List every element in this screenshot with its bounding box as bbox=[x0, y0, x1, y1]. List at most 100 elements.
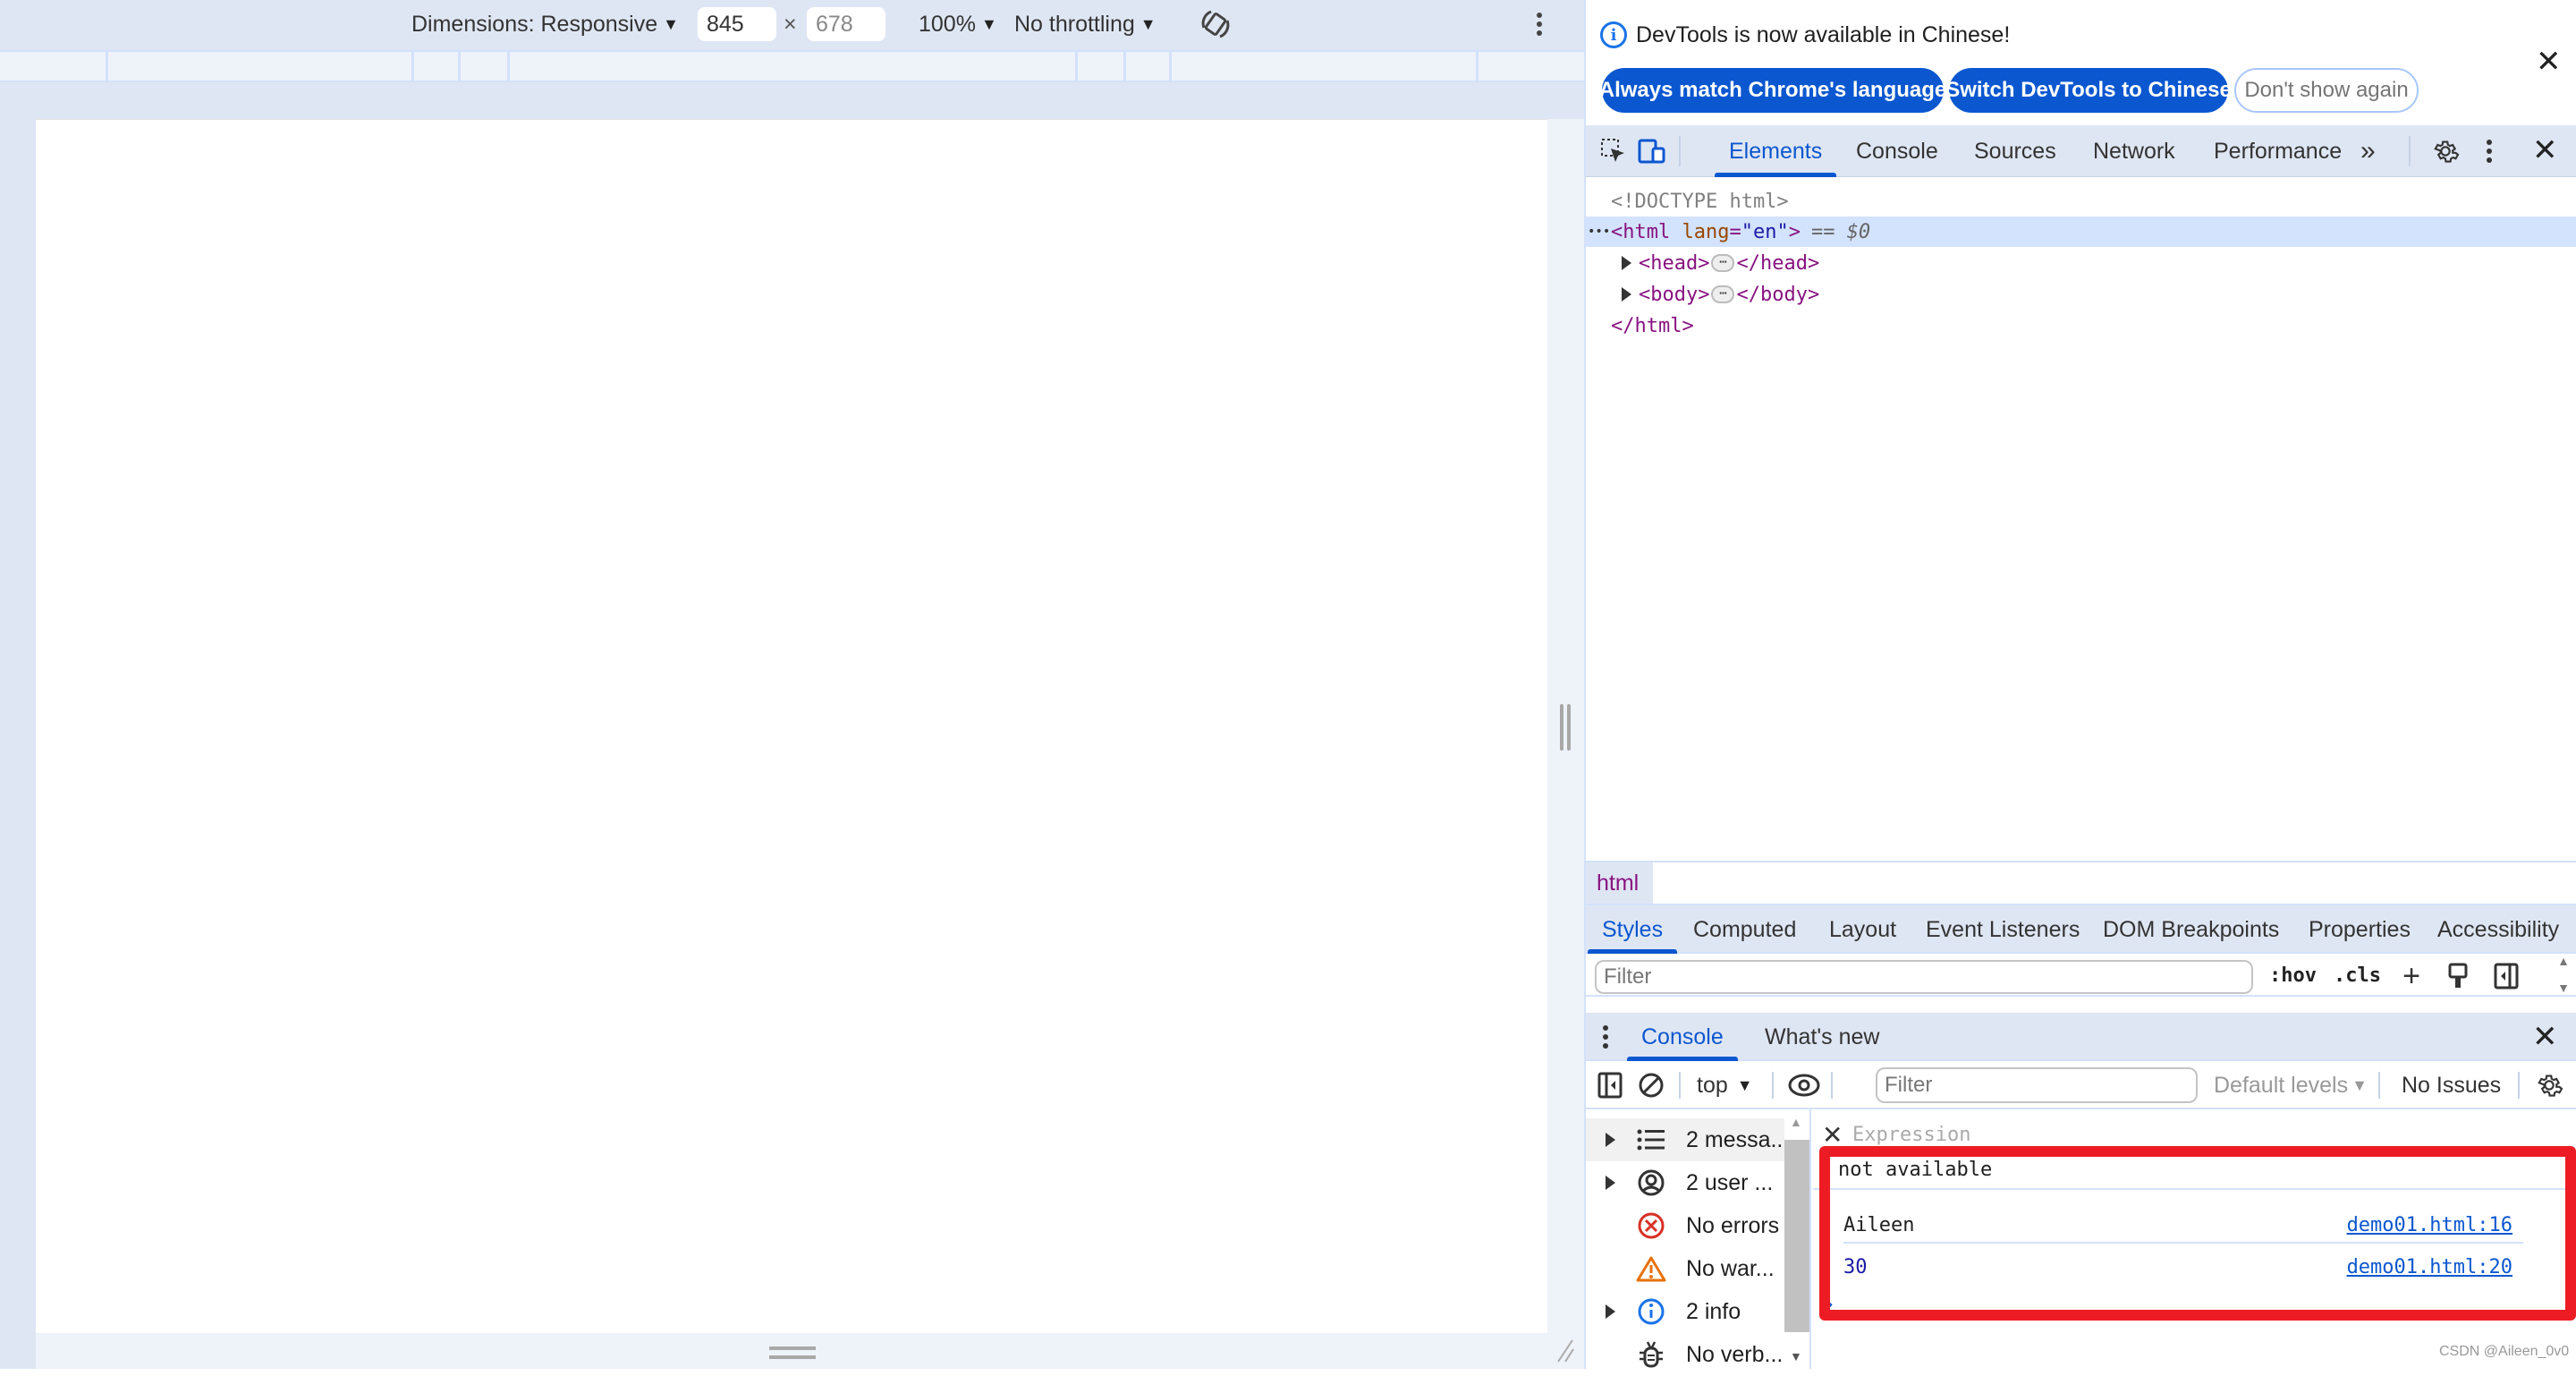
tab-network[interactable]: Network bbox=[2093, 125, 2175, 177]
new-style-rule-button[interactable]: + bbox=[2396, 958, 2427, 993]
device-toolbar-toggle[interactable] bbox=[1636, 136, 1668, 166]
clear-icon bbox=[1639, 1073, 1664, 1098]
emulated-page-viewport[interactable] bbox=[36, 119, 1547, 1333]
console-prompt[interactable]: › bbox=[1822, 1287, 2502, 1322]
scroll-down-icon[interactable]: ▼ bbox=[1790, 1349, 1802, 1363]
expand-arrow-icon[interactable] bbox=[1606, 1304, 1615, 1319]
collapsed-content-icon[interactable]: ⋯ bbox=[1711, 254, 1735, 272]
dont-show-again-button[interactable]: Don't show again bbox=[2234, 68, 2419, 113]
log-source-link[interactable]: demo01.html:16 bbox=[2347, 1214, 2512, 1236]
dom-node-body[interactable]: <body> ⋯ </body> bbox=[1586, 279, 2576, 310]
rotate-button[interactable] bbox=[1199, 0, 1233, 48]
hover-state-toggle[interactable]: :hov bbox=[2269, 964, 2317, 987]
styles-filter-input[interactable]: Filter bbox=[1595, 960, 2253, 994]
dimensions-dropdown[interactable]: Dimensions: Responsive ▼ bbox=[411, 0, 679, 48]
infobar-message: DevTools is now available in Chinese! bbox=[1636, 21, 2011, 47]
tab-console[interactable]: Console bbox=[1856, 125, 1938, 177]
always-match-language-button[interactable]: Always match Chrome's language bbox=[1599, 68, 1946, 113]
tab-layout[interactable]: Layout bbox=[1829, 905, 1896, 954]
ruler-tick bbox=[458, 52, 461, 82]
device-toggle-icon bbox=[1638, 139, 1665, 164]
drawer-menu-button[interactable] bbox=[1598, 1022, 1613, 1052]
close-infobar-button[interactable]: ✕ bbox=[2536, 47, 2562, 77]
caret-down-icon: ▼ bbox=[1736, 1075, 1753, 1094]
element-state-button[interactable] bbox=[2443, 961, 2473, 991]
info-icon bbox=[1636, 1296, 1666, 1327]
plus-icon: + bbox=[2402, 958, 2420, 993]
switch-to-chinese-button[interactable]: Switch DevTools to Chinese bbox=[1945, 68, 2232, 113]
ruler-tick bbox=[1476, 52, 1479, 82]
collapsed-content-icon[interactable]: ⋯ bbox=[1711, 285, 1735, 303]
drawer-tab-whats-new[interactable]: What's new bbox=[1765, 1013, 1879, 1061]
remove-expression-icon[interactable]: ✕ bbox=[1822, 1120, 1843, 1150]
log-source-link[interactable]: demo01.html:20 bbox=[2347, 1256, 2512, 1278]
dom-node-doctype[interactable]: <!DOCTYPE html> bbox=[1586, 186, 2576, 217]
toggle-sidebar-button[interactable] bbox=[2491, 961, 2521, 991]
tab-dom-breakpoints[interactable]: DOM Breakpoints bbox=[2103, 905, 2279, 954]
scroll-down-icon[interactable]: ▼ bbox=[2557, 981, 2570, 995]
more-options-button[interactable] bbox=[1535, 0, 1544, 48]
inspect-element-button[interactable] bbox=[1598, 136, 1629, 166]
context-selector[interactable]: top ▼ bbox=[1697, 1061, 1753, 1109]
width-resize-handle[interactable] bbox=[1560, 704, 1571, 751]
dom-node-head[interactable]: <head> ⋯ </head> bbox=[1586, 248, 2576, 278]
error-icon bbox=[1636, 1210, 1666, 1241]
scrollbar-thumb[interactable] bbox=[1784, 1140, 1809, 1332]
tab-performance[interactable]: Performance bbox=[2214, 125, 2342, 177]
tab-computed[interactable]: Computed bbox=[1693, 905, 1796, 954]
sidebar-item-user-messages[interactable]: 2 user ... bbox=[1586, 1161, 1784, 1204]
styles-scrollbar[interactable]: ▲ ▼ bbox=[2552, 954, 2575, 995]
close-devtools-button[interactable]: ✕ bbox=[2532, 135, 2558, 166]
console-filter-input[interactable]: Filter bbox=[1876, 1067, 2198, 1103]
dom-node-html[interactable]: ••• <html lang = "en" > == $0 bbox=[1586, 217, 2576, 247]
watermark: CSDN @Aileen_0v0 bbox=[2439, 1344, 2570, 1359]
ruler-tick bbox=[106, 52, 108, 82]
sidebar-item-verbose[interactable]: No verb... bbox=[1586, 1333, 1784, 1376]
throttling-dropdown[interactable]: No throttling ▼ bbox=[1014, 0, 1157, 48]
tab-properties[interactable]: Properties bbox=[2309, 905, 2411, 954]
tab-accessibility[interactable]: Accessibility bbox=[2437, 905, 2559, 954]
sidebar-scrollbar[interactable]: ▲ ▼ bbox=[1784, 1109, 1809, 1369]
more-vertical-icon bbox=[1537, 13, 1542, 36]
expand-arrow-icon[interactable] bbox=[1622, 256, 1631, 270]
tab-event-listeners[interactable]: Event Listeners bbox=[1926, 905, 2080, 954]
height-resize-handle[interactable] bbox=[769, 1346, 816, 1359]
tab-styles[interactable]: Styles bbox=[1587, 905, 1678, 954]
customize-devtools-button[interactable] bbox=[2480, 136, 2498, 166]
tab-sources[interactable]: Sources bbox=[1974, 125, 2056, 177]
drawer-tab-console[interactable]: Console bbox=[1627, 1013, 1738, 1061]
sidebar-item-errors[interactable]: No errors bbox=[1586, 1204, 1784, 1247]
node-actions-icon[interactable]: ••• bbox=[1588, 225, 1611, 239]
settings-button[interactable] bbox=[2430, 136, 2461, 166]
expand-arrow-icon[interactable] bbox=[1606, 1176, 1615, 1190]
sidebar-item-warnings[interactable]: No war... bbox=[1586, 1247, 1784, 1290]
expand-arrow-icon[interactable] bbox=[1606, 1133, 1615, 1147]
more-tabs-button[interactable]: » bbox=[2360, 125, 2376, 177]
show-console-sidebar-button[interactable] bbox=[1595, 1070, 1625, 1100]
console-log-row: 30 demo01.html:20 bbox=[1843, 1249, 2523, 1285]
zoom-dropdown[interactable]: 100% ▼ bbox=[919, 0, 997, 48]
log-levels-dropdown[interactable]: Default levels ▼ bbox=[2214, 1061, 2368, 1109]
sidebar-item-info[interactable]: 2 info bbox=[1586, 1290, 1784, 1333]
width-input[interactable]: 845 bbox=[698, 7, 776, 41]
scroll-up-icon[interactable]: ▲ bbox=[1790, 1115, 1802, 1129]
drawer-tab-bar: Console What's new ✕ bbox=[1586, 1013, 2576, 1061]
close-drawer-button[interactable]: ✕ bbox=[2532, 1022, 2558, 1052]
clear-console-button[interactable] bbox=[1636, 1070, 1666, 1100]
tab-elements[interactable]: Elements bbox=[1714, 125, 1837, 177]
console-settings-button[interactable] bbox=[2534, 1070, 2564, 1100]
expression-input[interactable]: Expression bbox=[1852, 1124, 1970, 1146]
corner-resize-icon[interactable] bbox=[1555, 1338, 1576, 1363]
class-toggle[interactable]: .cls bbox=[2334, 964, 2381, 987]
issues-button[interactable]: No Issues bbox=[2402, 1061, 2501, 1109]
height-input[interactable]: 678 bbox=[807, 7, 886, 41]
expand-arrow-icon[interactable] bbox=[1622, 287, 1631, 302]
prompt-chevron-icon: › bbox=[1822, 1291, 1836, 1318]
scroll-up-icon[interactable]: ▲ bbox=[2557, 954, 2570, 968]
dom-node-html-close[interactable]: </html> bbox=[1586, 310, 2576, 341]
eye-icon bbox=[1788, 1074, 1820, 1097]
sidebar-item-messages[interactable]: 2 messa... bbox=[1586, 1118, 1789, 1161]
live-expression-button[interactable] bbox=[1786, 1070, 1822, 1100]
media-query-bar[interactable] bbox=[0, 50, 1584, 82]
breadcrumb-item-html[interactable]: html bbox=[1586, 862, 1654, 904]
